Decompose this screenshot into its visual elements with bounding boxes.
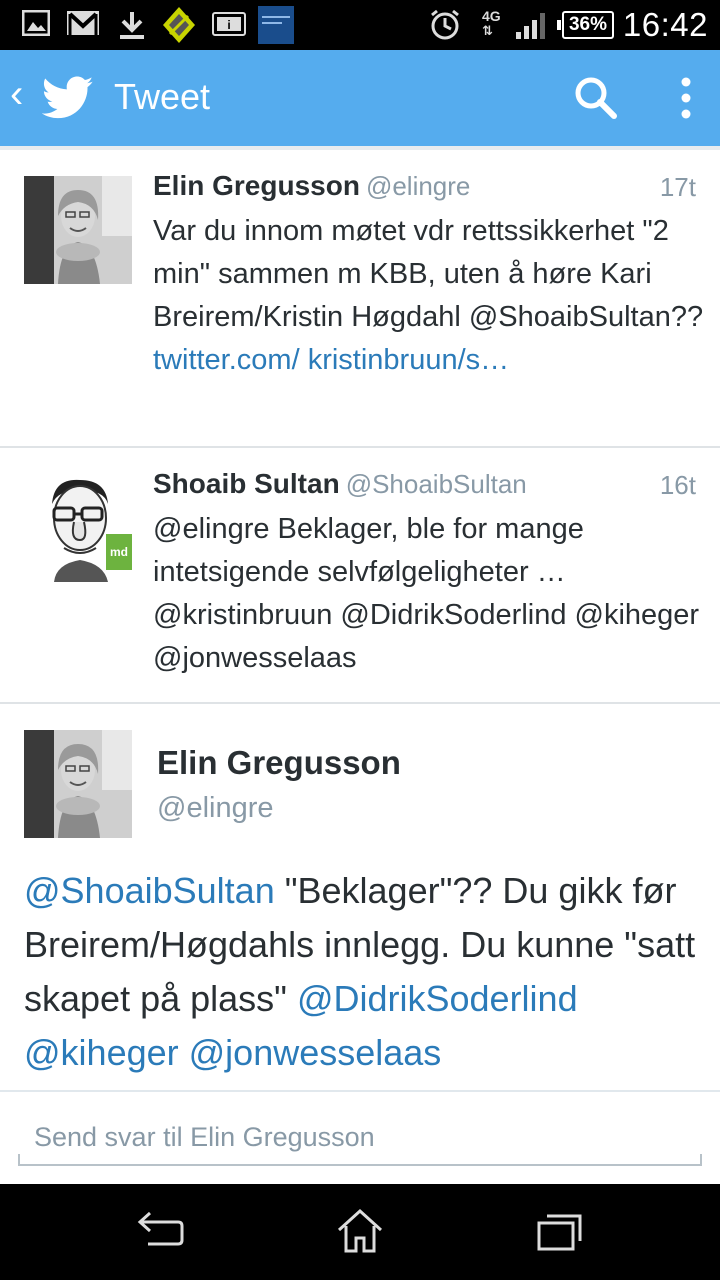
tweet-header: Shoaib Sultan @ShoaibSultan 16t	[153, 468, 696, 504]
xperia-lounge-icon	[258, 6, 294, 44]
home-icon[interactable]	[336, 1208, 384, 1254]
svg-text:i: i	[227, 18, 230, 32]
tweet-text: @elingre Beklager, ble for mange intetsi…	[153, 513, 700, 674]
action-bar: ‹ Tweet	[0, 50, 720, 146]
reply-bar	[0, 1090, 720, 1184]
back-button-icon[interactable]	[134, 1208, 184, 1252]
avatar[interactable]	[24, 730, 132, 838]
page-title: Tweet	[114, 76, 211, 117]
signal-icon	[516, 13, 545, 39]
overflow-menu-icon[interactable]	[670, 76, 702, 120]
svg-text:md: md	[110, 545, 128, 559]
author-name[interactable]: Elin Gregusson	[157, 744, 401, 782]
tweet-thread[interactable]: Elin Gregusson @elingre 17t Var du innom …	[0, 146, 720, 1090]
tweet-item[interactable]: md Shoaib Sultan @ShoaibSultan 16t @eling…	[0, 448, 720, 704]
clock: 16:42	[622, 6, 708, 43]
divider	[18, 1154, 20, 1166]
search-icon[interactable]	[574, 76, 618, 120]
tweet-link[interactable]: twitter.com/ kristinbruun/s…	[153, 344, 509, 376]
mention-link[interactable]: @kiheger	[24, 1032, 179, 1073]
recent-apps-icon[interactable]	[536, 1210, 584, 1252]
reply-input[interactable]	[18, 1110, 702, 1166]
tweet-item[interactable]: Elin Gregusson @elingre 17t Var du innom …	[0, 150, 720, 448]
tweet-time: 17t	[659, 172, 696, 202]
author-name[interactable]: Elin Gregusson	[153, 170, 360, 201]
image-icon	[22, 10, 50, 36]
game-icon	[163, 7, 195, 43]
navigation-bar	[0, 1184, 720, 1280]
divider	[700, 1154, 702, 1166]
alarm-icon	[431, 9, 459, 40]
author-handle[interactable]: @elingre	[366, 171, 470, 201]
avatar[interactable]: md	[24, 474, 132, 582]
battery-icon: 36%	[557, 11, 614, 39]
mention-link[interactable]: @ShoaibSultan	[24, 870, 275, 911]
info-icon: i	[212, 12, 246, 36]
mention-link[interactable]: @DidrikSoderlind	[297, 978, 578, 1019]
tweet-detail: Elin Gregusson @elingre @ShoaibSultan "B…	[0, 704, 720, 1090]
author-name[interactable]: Shoaib Sultan	[153, 468, 340, 499]
status-bar: i 4G ⇅ 36% 16:42	[0, 0, 720, 50]
avatar[interactable]	[24, 176, 132, 284]
download-icon	[120, 12, 144, 39]
author-handle[interactable]: @elingre	[157, 792, 274, 825]
tweet-header: Elin Gregusson @elingre 17t	[153, 170, 696, 206]
network-type: 4G ⇅	[482, 8, 501, 38]
mention-link[interactable]: @jonwesselaas	[189, 1032, 442, 1073]
tweet-text: @ShoaibSultan "Beklager"?? Du gikk før B…	[24, 870, 696, 1073]
twitter-bird-icon[interactable]	[42, 76, 94, 120]
tweet-text: Var du innom møtet vdr rettssikkerhet "2…	[153, 215, 704, 376]
tweet-time: 16t	[659, 470, 696, 500]
back-icon[interactable]: ‹	[10, 74, 23, 114]
author-handle[interactable]: @ShoaibSultan	[346, 469, 527, 499]
gmail-icon	[67, 11, 99, 35]
